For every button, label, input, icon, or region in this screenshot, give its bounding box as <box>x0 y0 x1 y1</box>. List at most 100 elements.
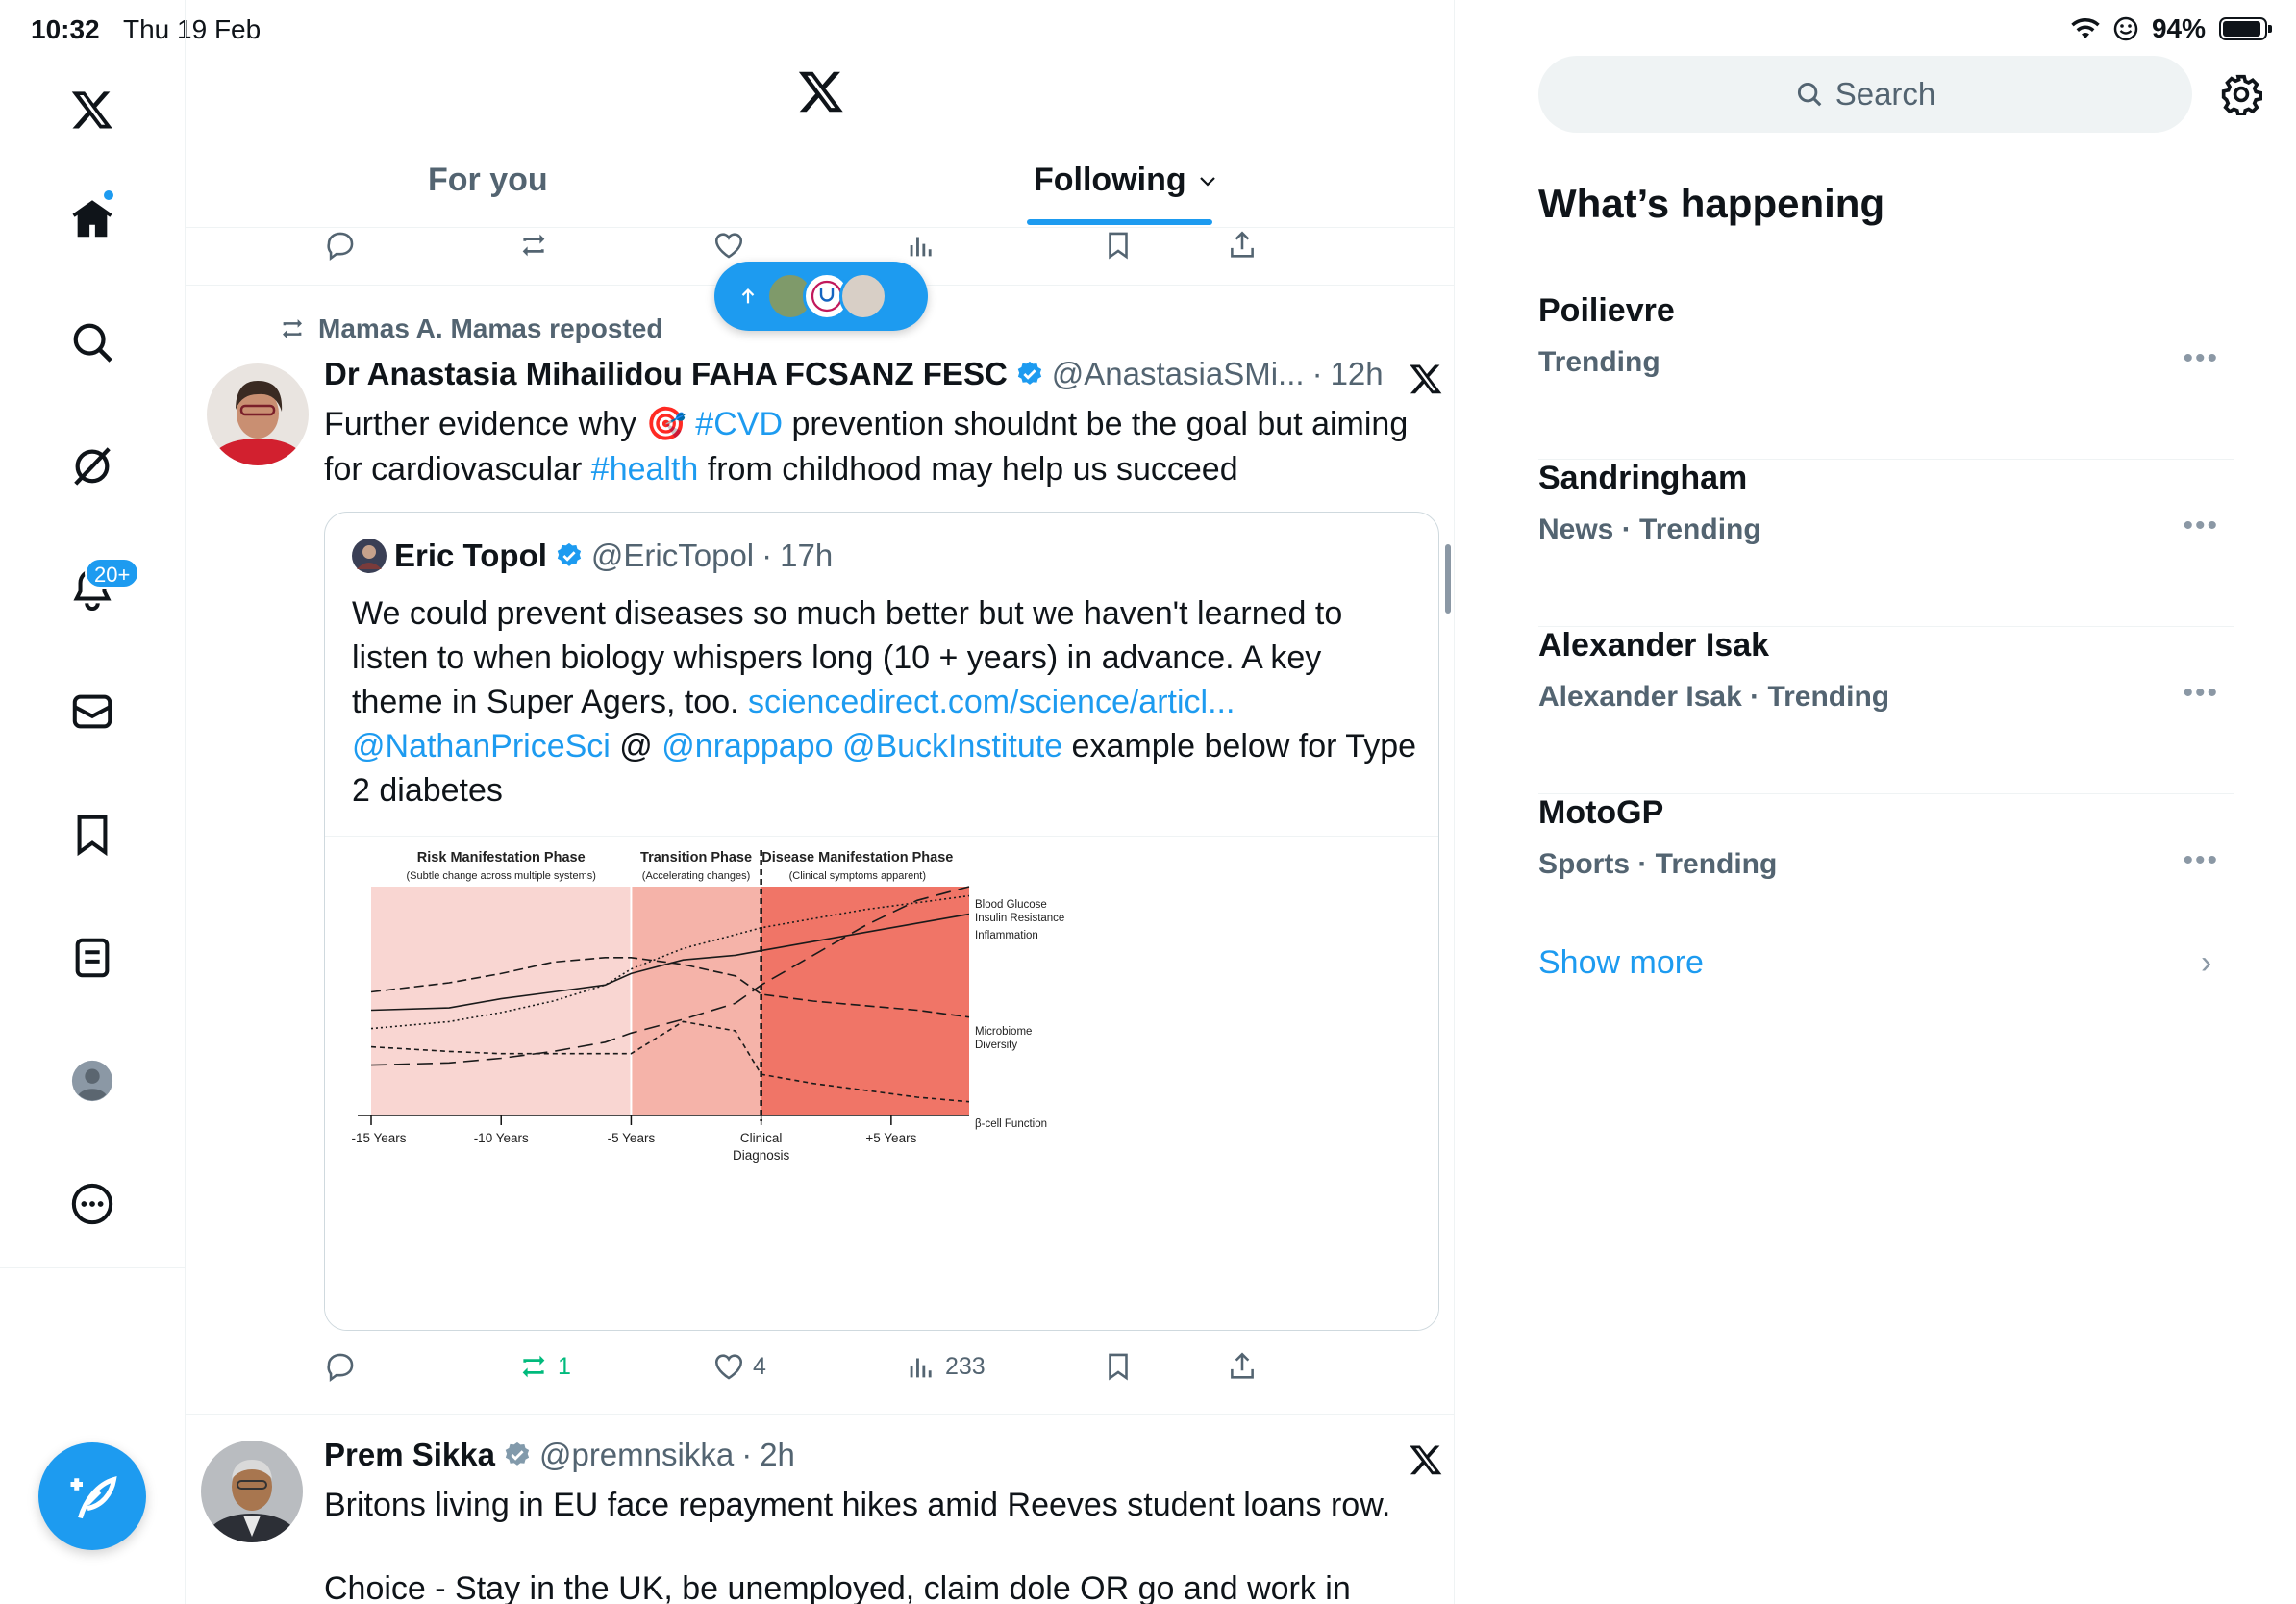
series-label: Microbiome <box>975 1026 1032 1038</box>
author-handle[interactable]: @premnsikka <box>539 1437 734 1473</box>
repost-button[interactable]: 1 <box>517 1350 571 1383</box>
chevron-down-icon[interactable] <box>1198 174 1217 188</box>
author-avatar[interactable] <box>201 1441 303 1542</box>
trend-item[interactable]: Alexander Isak Alexander Isak · Trending… <box>1538 627 2234 794</box>
x-tick-label: +5 Years <box>865 1131 916 1145</box>
views-button[interactable] <box>905 229 937 262</box>
trend-item[interactable]: Sandringham News · Trending ••• <box>1538 460 2234 627</box>
home-unread-dot <box>102 188 115 202</box>
quote-author-name[interactable]: Eric Topol <box>394 538 547 574</box>
bookmark-icon <box>1109 232 1128 260</box>
new-posts-pill[interactable] <box>714 262 928 331</box>
x-logo-icon[interactable] <box>63 81 121 138</box>
hashtag-cvd[interactable]: #CVD <box>695 406 783 442</box>
bookmark-button[interactable] <box>1102 1350 1135 1383</box>
author-name[interactable]: Dr Anastasia Mihailidou FAHA FCSANZ FESC <box>324 356 1008 392</box>
tab-following-label: Following <box>1034 162 1186 198</box>
x-tick-label: -15 Years <box>351 1131 406 1145</box>
tweet-text: Further evidence why 🎯 #CVD prevention s… <box>324 402 1439 492</box>
tab-for-you[interactable]: For you <box>428 162 548 199</box>
verified-badge-icon <box>1017 361 1041 385</box>
post-time[interactable]: 2h <box>760 1437 795 1473</box>
trend-item[interactable]: MotoGP Sports · Trending ••• <box>1538 794 2234 962</box>
quote-chart-image[interactable]: Risk Manifestation Phase (Subtle change a… <box>325 836 1438 1330</box>
mention-nathanpricesci[interactable]: @NathanPriceSci <box>352 728 611 764</box>
notifications-badge: 20+ <box>85 558 140 589</box>
quote-text-at: @ <box>610 728 662 764</box>
series-label: β-cell Function <box>975 1118 1047 1130</box>
lists-icon[interactable] <box>63 929 121 987</box>
phase-subtitle: (Subtle change across multiple systems) <box>406 870 595 882</box>
profile-avatar-icon[interactable] <box>63 1052 121 1110</box>
repost-icon <box>283 319 302 338</box>
tab-following[interactable]: Following <box>1034 162 1217 199</box>
search-input[interactable]: Search <box>1538 56 2192 133</box>
view-count: 233 <box>945 1352 986 1380</box>
phase-title: Disease Manifestation Phase <box>761 850 953 865</box>
grok-icon[interactable] <box>63 437 121 494</box>
bookmarks-icon[interactable] <box>63 806 121 864</box>
settings-gear-icon[interactable] <box>2220 73 2262 115</box>
search-placeholder: Search <box>1834 76 1936 112</box>
more-options-icon[interactable] <box>63 1175 121 1233</box>
messages-icon[interactable] <box>63 683 121 740</box>
trend-more-icon[interactable]: ••• <box>2183 510 2219 542</box>
bookmark-button[interactable] <box>1102 229 1135 262</box>
repost-context: Mamas A. Mamas reposted <box>278 313 662 344</box>
sciencedirect-link[interactable]: sciencedirect.com/science/articl... <box>748 684 1235 720</box>
author-handle[interactable]: @AnastasiaSMi... <box>1052 356 1305 392</box>
share-button[interactable] <box>1226 229 1259 262</box>
trend-more-icon[interactable]: ••• <box>2183 844 2219 877</box>
whats-happening-title: What’s happening <box>1538 181 1885 226</box>
phase-band <box>631 887 761 1115</box>
heart-icon <box>714 1354 743 1380</box>
compose-post-button[interactable] <box>38 1442 146 1550</box>
quote-author-handle[interactable]: @EricTopol <box>591 538 754 574</box>
reply-button[interactable] <box>324 1350 364 1383</box>
new-post-avatar <box>839 272 887 320</box>
new-posts-avatars <box>766 272 887 320</box>
quote-time[interactable]: 17h <box>780 538 833 574</box>
views-button[interactable]: 233 <box>905 1350 986 1383</box>
dot-separator: · <box>761 538 773 573</box>
repost-button[interactable] <box>517 229 550 262</box>
scrollbar-thumb[interactable] <box>1445 544 1451 614</box>
reply-button[interactable] <box>324 229 357 262</box>
compose-feather-icon <box>70 1476 117 1519</box>
tweet-text-line: Choice - Stay in the UK, be unemployed, … <box>324 1570 1351 1604</box>
chevron-right-icon[interactable]: › <box>2201 944 2211 982</box>
search-icon[interactable] <box>63 313 121 371</box>
active-tab-indicator <box>1027 219 1212 225</box>
heart-icon <box>714 233 743 259</box>
tabs-divider <box>186 227 1454 228</box>
trend-item[interactable]: Poilievre Trending ••• <box>1538 292 2234 460</box>
phase-title: Risk Manifestation Phase <box>417 850 586 865</box>
mention-nrappapo[interactable]: @nrappapo <box>661 728 833 764</box>
x-header-logo-icon <box>797 67 845 120</box>
like-button[interactable] <box>712 229 745 262</box>
trend-meta: News · Trending <box>1538 514 1761 545</box>
x-tick-label: -5 Years <box>608 1131 656 1145</box>
show-more-link[interactable]: Show more <box>1538 944 1704 982</box>
post-time[interactable]: 12h <box>1331 356 1384 392</box>
trend-more-icon[interactable]: ••• <box>2183 342 2219 375</box>
hashtag-health[interactable]: #health <box>591 451 699 488</box>
quoted-post[interactable]: Eric Topol @EricTopol · 17h We could pre… <box>324 512 1439 1331</box>
phase-subtitle: (Accelerating changes) <box>642 870 751 882</box>
reposter-label[interactable]: Mamas A. Mamas reposted <box>318 313 662 344</box>
repost-active-icon <box>522 1355 545 1378</box>
trend-more-icon[interactable]: ••• <box>2183 677 2219 710</box>
author-avatar[interactable] <box>207 363 309 465</box>
timeline: For you Following Mamas A. Mamas reposte… <box>186 0 1455 1604</box>
dot-separator: · <box>1311 356 1323 391</box>
like-button[interactable]: 4 <box>712 1350 766 1383</box>
mention-buckinstitute[interactable]: @BuckInstitute <box>842 728 1062 764</box>
reply-icon <box>327 1353 354 1383</box>
x-tick-label: Diagnosis <box>733 1148 790 1163</box>
share-button[interactable] <box>1226 1350 1259 1383</box>
share-icon <box>1231 1352 1254 1379</box>
trend-name: MotoGP <box>1538 794 1664 831</box>
author-name[interactable]: Prem Sikka <box>324 1437 495 1473</box>
phase-band <box>761 887 969 1115</box>
x-tick-label: Clinical <box>740 1131 783 1145</box>
